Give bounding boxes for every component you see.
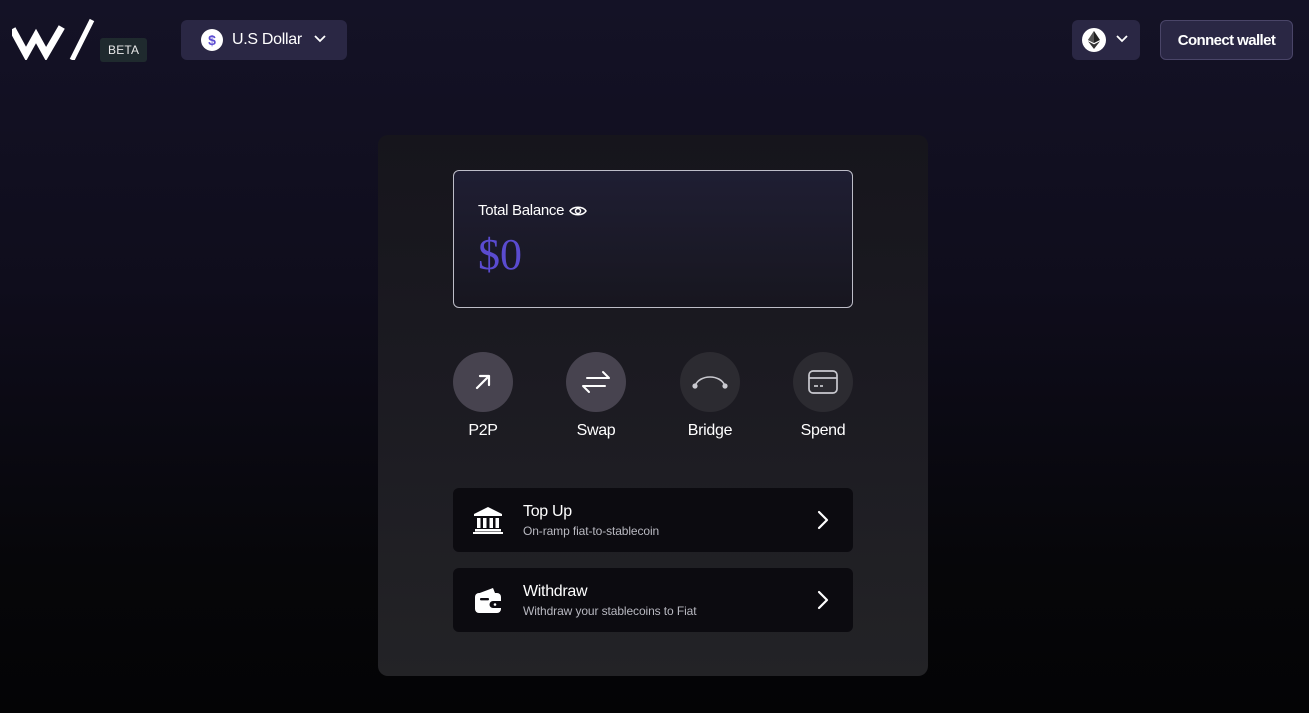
balance-value: $0: [478, 230, 522, 279]
spend-label: Spend: [800, 422, 846, 439]
withdraw-subtitle: Withdraw your stablecoins to Fiat: [523, 603, 697, 618]
connect-wallet-button[interactable]: Connect wallet: [1160, 20, 1293, 60]
card-icon: [793, 352, 853, 412]
spend-button[interactable]: Spend: [783, 352, 863, 440]
quick-actions: P2P Swap Bridge Spend: [453, 352, 853, 452]
balance-panel: Total Balance $0: [453, 170, 853, 308]
chevron-right-icon: [793, 510, 853, 530]
p2p-label: P2P: [468, 422, 498, 439]
currency-selector[interactable]: $ U.S Dollar: [181, 20, 347, 60]
swap-label: Swap: [576, 422, 616, 439]
logo-mark-icon: [12, 18, 95, 60]
top-up-title: Top Up: [523, 502, 572, 520]
balance-title-label: Total Balance: [478, 202, 565, 219]
withdraw-title: Withdraw: [523, 582, 588, 600]
top-up-subtitle: On-ramp fiat-to-stablecoin: [523, 523, 660, 538]
bridge-button[interactable]: Bridge: [670, 352, 750, 440]
p2p-button[interactable]: P2P: [443, 352, 523, 440]
logo[interactable]: BETA: [12, 18, 148, 62]
wallet-icon: [453, 586, 523, 614]
bridge-icon: [680, 352, 740, 412]
beta-badge: BETA: [100, 38, 148, 62]
bank-icon: [453, 506, 523, 534]
eye-icon[interactable]: [569, 204, 588, 218]
ethereum-icon: [1082, 28, 1106, 52]
balance-title: Total Balance: [478, 202, 588, 219]
top-up-row[interactable]: Top Up On-ramp fiat-to-stablecoin: [453, 488, 853, 552]
wallet-card: Total Balance $0 P2P Swap Bridge Spend T…: [378, 135, 928, 676]
withdraw-row[interactable]: Withdraw Withdraw your stablecoins to Fi…: [453, 568, 853, 632]
swap-button[interactable]: Swap: [556, 352, 636, 440]
bridge-label: Bridge: [687, 422, 733, 439]
chevron-right-icon: [793, 590, 853, 610]
chevron-down-icon: [1115, 31, 1129, 49]
currency-label: U.S Dollar: [232, 31, 302, 48]
dollar-icon: $: [201, 29, 223, 51]
swap-arrows-icon: [566, 352, 626, 412]
chevron-down-icon: [313, 31, 327, 49]
network-selector[interactable]: [1072, 20, 1140, 60]
arrow-up-right-icon: [453, 352, 513, 412]
